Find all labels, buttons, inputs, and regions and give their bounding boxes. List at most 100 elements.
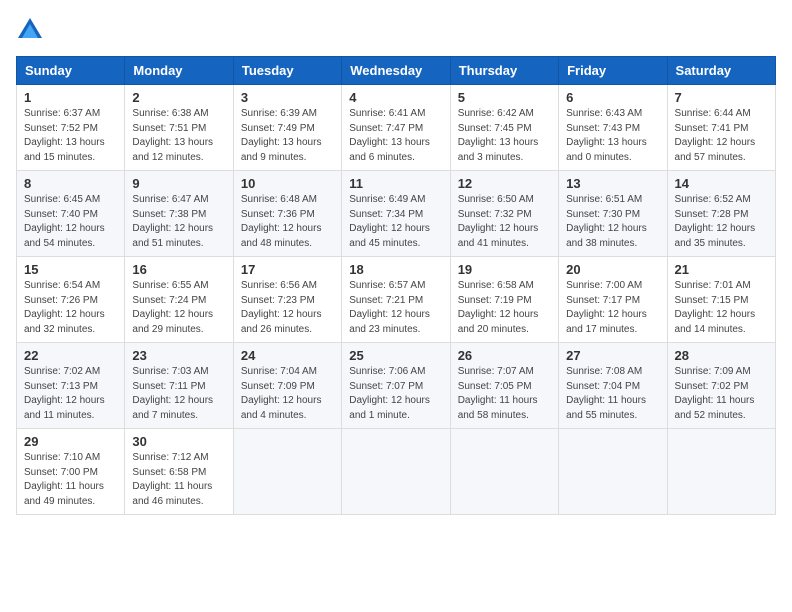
calendar-cell: 20 Sunrise: 7:00 AMSunset: 7:17 PMDayligh… — [559, 257, 667, 343]
calendar-cell: 2 Sunrise: 6:38 AMSunset: 7:51 PMDaylight… — [125, 85, 233, 171]
day-number: 8 — [24, 176, 117, 191]
day-number: 11 — [349, 176, 442, 191]
day-info: Sunrise: 6:45 AMSunset: 7:40 PMDaylight:… — [24, 193, 117, 251]
calendar-week-row: 8 Sunrise: 6:45 AMSunset: 7:40 PMDaylight… — [17, 171, 776, 257]
calendar-cell — [667, 429, 775, 515]
day-number: 24 — [241, 348, 334, 363]
calendar-cell: 22 Sunrise: 7:02 AMSunset: 7:13 PMDayligh… — [17, 343, 125, 429]
calendar-cell: 14Sunrise: 6:52 AMSunset: 7:28 PMDayligh… — [667, 171, 775, 257]
day-number: 29 — [24, 434, 117, 449]
day-info: Sunrise: 6:55 AMSunset: 7:24 PMDaylight:… — [132, 279, 225, 337]
day-info: Sunrise: 6:38 AMSunset: 7:51 PMDaylight:… — [132, 107, 225, 165]
calendar-header-row: SundayMondayTuesdayWednesdayThursdayFrid… — [17, 57, 776, 85]
day-info: Sunrise: 6:50 AMSunset: 7:32 PMDaylight:… — [458, 193, 551, 251]
day-number: 30 — [132, 434, 225, 449]
day-number: 5 — [458, 90, 551, 105]
day-info: Sunrise: 6:48 AMSunset: 7:36 PMDaylight:… — [241, 193, 334, 251]
day-number: 28 — [675, 348, 768, 363]
calendar-cell: 8 Sunrise: 6:45 AMSunset: 7:40 PMDaylight… — [17, 171, 125, 257]
calendar-cell: 25 Sunrise: 7:06 AMSunset: 7:07 PMDayligh… — [342, 343, 450, 429]
calendar-cell: 18Sunrise: 6:57 AMSunset: 7:21 PMDayligh… — [342, 257, 450, 343]
day-info: Sunrise: 6:54 AMSunset: 7:26 PMDaylight:… — [24, 279, 117, 337]
calendar-cell: 30 Sunrise: 7:12 AMSunset: 6:58 PMDayligh… — [125, 429, 233, 515]
calendar-cell: 9 Sunrise: 6:47 AMSunset: 7:38 PMDaylight… — [125, 171, 233, 257]
day-info: Sunrise: 7:02 AMSunset: 7:13 PMDaylight:… — [24, 365, 117, 423]
calendar-week-row: 29 Sunrise: 7:10 AMSunset: 7:00 PMDayligh… — [17, 429, 776, 515]
day-info: Sunrise: 7:04 AMSunset: 7:09 PMDaylight:… — [241, 365, 334, 423]
day-info: Sunrise: 7:09 AMSunset: 7:02 PMDaylight:… — [675, 365, 768, 423]
day-header-tuesday: Tuesday — [233, 57, 341, 85]
calendar-cell: 29 Sunrise: 7:10 AMSunset: 7:00 PMDayligh… — [17, 429, 125, 515]
day-number: 26 — [458, 348, 551, 363]
calendar-cell: 6 Sunrise: 6:43 AMSunset: 7:43 PMDaylight… — [559, 85, 667, 171]
day-info: Sunrise: 6:43 AMSunset: 7:43 PMDaylight:… — [566, 107, 659, 165]
day-header-thursday: Thursday — [450, 57, 558, 85]
day-number: 22 — [24, 348, 117, 363]
day-number: 27 — [566, 348, 659, 363]
day-info: Sunrise: 6:42 AMSunset: 7:45 PMDaylight:… — [458, 107, 551, 165]
day-info: Sunrise: 7:10 AMSunset: 7:00 PMDaylight:… — [24, 451, 117, 509]
day-number: 16 — [132, 262, 225, 277]
day-info: Sunrise: 6:47 AMSunset: 7:38 PMDaylight:… — [132, 193, 225, 251]
day-number: 23 — [132, 348, 225, 363]
day-number: 21 — [675, 262, 768, 277]
day-number: 9 — [132, 176, 225, 191]
calendar-cell: 21 Sunrise: 7:01 AMSunset: 7:15 PMDayligh… — [667, 257, 775, 343]
calendar-week-row: 1 Sunrise: 6:37 AMSunset: 7:52 PMDaylight… — [17, 85, 776, 171]
day-info: Sunrise: 6:37 AMSunset: 7:52 PMDaylight:… — [24, 107, 117, 165]
day-number: 19 — [458, 262, 551, 277]
day-info: Sunrise: 6:41 AMSunset: 7:47 PMDaylight:… — [349, 107, 442, 165]
calendar-cell — [342, 429, 450, 515]
calendar-cell: 24 Sunrise: 7:04 AMSunset: 7:09 PMDayligh… — [233, 343, 341, 429]
page-header — [16, 16, 776, 44]
calendar-cell — [559, 429, 667, 515]
day-info: Sunrise: 7:12 AMSunset: 6:58 PMDaylight:… — [132, 451, 225, 509]
calendar-cell: 11Sunrise: 6:49 AMSunset: 7:34 PMDayligh… — [342, 171, 450, 257]
calendar-cell: 12 Sunrise: 6:50 AMSunset: 7:32 PMDayligh… — [450, 171, 558, 257]
day-number: 4 — [349, 90, 442, 105]
calendar-cell: 4 Sunrise: 6:41 AMSunset: 7:47 PMDaylight… — [342, 85, 450, 171]
calendar-cell: 15Sunrise: 6:54 AMSunset: 7:26 PMDayligh… — [17, 257, 125, 343]
day-number: 1 — [24, 90, 117, 105]
calendar-cell: 23 Sunrise: 7:03 AMSunset: 7:11 PMDayligh… — [125, 343, 233, 429]
day-header-sunday: Sunday — [17, 57, 125, 85]
calendar-cell: 10Sunrise: 6:48 AMSunset: 7:36 PMDayligh… — [233, 171, 341, 257]
day-info: Sunrise: 7:08 AMSunset: 7:04 PMDaylight:… — [566, 365, 659, 423]
day-info: Sunrise: 6:56 AMSunset: 7:23 PMDaylight:… — [241, 279, 334, 337]
day-number: 25 — [349, 348, 442, 363]
day-header-monday: Monday — [125, 57, 233, 85]
calendar-cell: 13Sunrise: 6:51 AMSunset: 7:30 PMDayligh… — [559, 171, 667, 257]
day-info: Sunrise: 7:00 AMSunset: 7:17 PMDaylight:… — [566, 279, 659, 337]
day-number: 18 — [349, 262, 442, 277]
calendar-cell: 19 Sunrise: 6:58 AMSunset: 7:19 PMDayligh… — [450, 257, 558, 343]
day-number: 7 — [675, 90, 768, 105]
calendar-cell: 1 Sunrise: 6:37 AMSunset: 7:52 PMDaylight… — [17, 85, 125, 171]
day-info: Sunrise: 6:39 AMSunset: 7:49 PMDaylight:… — [241, 107, 334, 165]
calendar-cell: 27 Sunrise: 7:08 AMSunset: 7:04 PMDayligh… — [559, 343, 667, 429]
day-info: Sunrise: 7:06 AMSunset: 7:07 PMDaylight:… — [349, 365, 442, 423]
calendar-cell: 5 Sunrise: 6:42 AMSunset: 7:45 PMDaylight… — [450, 85, 558, 171]
day-info: Sunrise: 7:01 AMSunset: 7:15 PMDaylight:… — [675, 279, 768, 337]
day-number: 12 — [458, 176, 551, 191]
day-number: 6 — [566, 90, 659, 105]
calendar-table: SundayMondayTuesdayWednesdayThursdayFrid… — [16, 56, 776, 515]
day-info: Sunrise: 6:58 AMSunset: 7:19 PMDaylight:… — [458, 279, 551, 337]
day-number: 14 — [675, 176, 768, 191]
day-header-wednesday: Wednesday — [342, 57, 450, 85]
day-info: Sunrise: 7:03 AMSunset: 7:11 PMDaylight:… — [132, 365, 225, 423]
day-info: Sunrise: 6:44 AMSunset: 7:41 PMDaylight:… — [675, 107, 768, 165]
calendar-cell: 7 Sunrise: 6:44 AMSunset: 7:41 PMDaylight… — [667, 85, 775, 171]
day-info: Sunrise: 7:07 AMSunset: 7:05 PMDaylight:… — [458, 365, 551, 423]
calendar-week-row: 15Sunrise: 6:54 AMSunset: 7:26 PMDayligh… — [17, 257, 776, 343]
day-number: 2 — [132, 90, 225, 105]
calendar-cell: 3 Sunrise: 6:39 AMSunset: 7:49 PMDaylight… — [233, 85, 341, 171]
calendar-cell — [233, 429, 341, 515]
day-number: 20 — [566, 262, 659, 277]
day-number: 3 — [241, 90, 334, 105]
day-number: 17 — [241, 262, 334, 277]
logo — [16, 16, 48, 44]
day-number: 13 — [566, 176, 659, 191]
calendar-cell: 16 Sunrise: 6:55 AMSunset: 7:24 PMDayligh… — [125, 257, 233, 343]
calendar-cell: 26 Sunrise: 7:07 AMSunset: 7:05 PMDayligh… — [450, 343, 558, 429]
calendar-cell — [450, 429, 558, 515]
